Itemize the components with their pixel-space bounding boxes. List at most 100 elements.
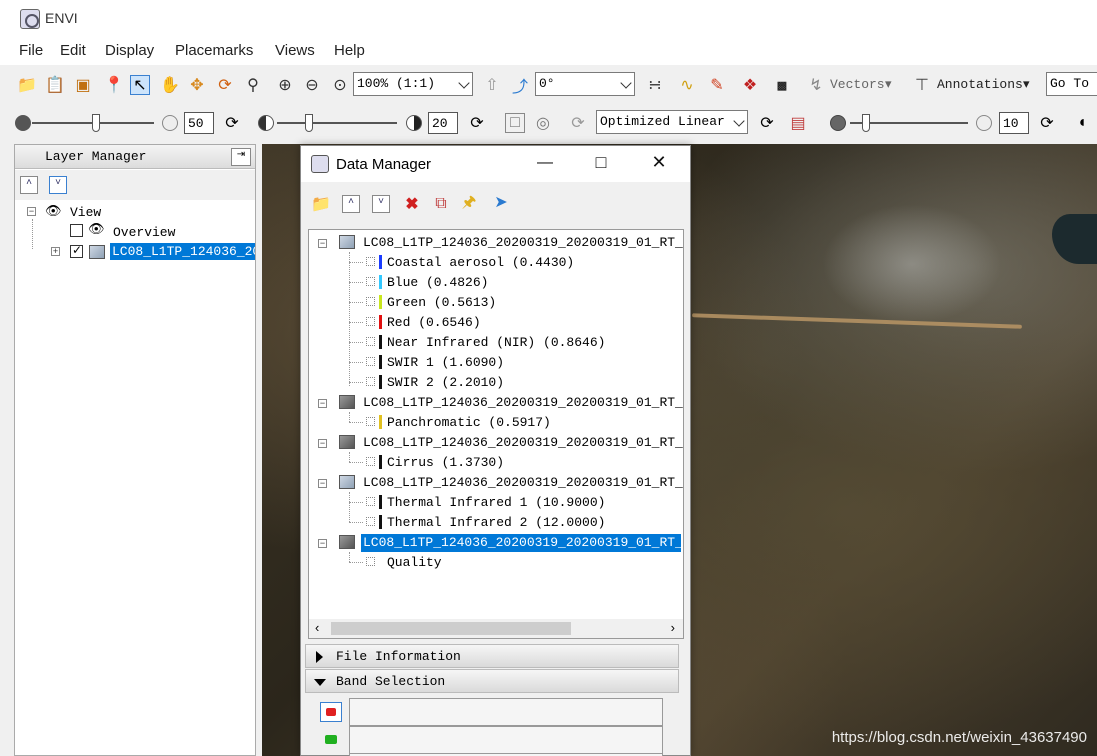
- raster-layer-label[interactable]: LC08_L1TP_124036_20: [110, 243, 255, 260]
- roi-tool-icon[interactable]: ❖: [740, 75, 760, 95]
- band-item[interactable]: Coastal aerosol (0.4430): [387, 255, 574, 273]
- measure-icon[interactable]: ✎: [707, 75, 727, 95]
- rotate-icon[interactable]: ⟳: [215, 75, 235, 95]
- reset-brightness-icon[interactable]: ⟳: [222, 113, 242, 133]
- expand-all-icon[interactable]: ˅: [49, 176, 67, 194]
- annotations-dropdown-icon[interactable]: ▾: [1023, 77, 1030, 92]
- clipboard-icon[interactable]: 📋: [45, 75, 65, 95]
- collapse-file-icon[interactable]: −: [318, 239, 327, 248]
- menu-views[interactable]: Views: [275, 42, 315, 59]
- rotate-view-icon[interactable]: ⤴: [510, 75, 530, 96]
- band-item[interactable]: Thermal Infrared 2 (12.0000): [387, 515, 605, 533]
- reset-stretch-icon[interactable]: ⟳: [757, 113, 777, 133]
- pixel-value-icon[interactable]: ▩: [772, 75, 792, 95]
- zoom-icon[interactable]: ⚲: [243, 75, 263, 95]
- menu-file[interactable]: File: [19, 42, 43, 59]
- file-name[interactable]: LC08_L1TP_124036_20200319_20200319_01_RT…: [363, 435, 683, 453]
- band-item[interactable]: Thermal Infrared 1 (10.9000): [387, 495, 605, 513]
- annotations-icon[interactable]: ⊤: [912, 75, 932, 95]
- collapse-file-icon[interactable]: −: [318, 539, 327, 548]
- band-item[interactable]: Green (0.5613): [387, 295, 496, 313]
- spectral-profile-icon[interactable]: ∺: [645, 75, 665, 95]
- pin-icon[interactable]: 🖈: [459, 194, 479, 214]
- file-name[interactable]: LC08_L1TP_124036_20200319_20200319_01_RT…: [363, 235, 683, 253]
- layer-visibility-checkbox[interactable]: ✓: [70, 243, 83, 258]
- contrast-slider-track[interactable]: [277, 122, 397, 124]
- stretch-view-icon[interactable]: ◎: [533, 113, 553, 133]
- close-icon[interactable]: ✕: [649, 152, 669, 172]
- band-item[interactable]: Near Infrared (NIR) (0.8646): [387, 335, 605, 353]
- goto-field[interactable]: Go To: [1046, 72, 1097, 96]
- band-item[interactable]: Panchromatic (0.5917): [387, 415, 551, 433]
- maximize-icon[interactable]: □: [591, 152, 611, 172]
- stretch-type-combo[interactable]: Optimized Linear: [596, 110, 748, 134]
- menu-help[interactable]: Help: [334, 42, 365, 59]
- zoom-fit-icon[interactable]: ⊙: [330, 75, 350, 95]
- green-channel-icon[interactable]: [325, 735, 337, 744]
- overview-checkbox[interactable]: [70, 224, 83, 237]
- red-channel-field[interactable]: [349, 698, 663, 726]
- contrast-value-field[interactable]: 20: [428, 112, 458, 134]
- reset-transparency-icon[interactable]: ⟳: [1037, 113, 1057, 133]
- annotations-menu[interactable]: Annotations: [937, 77, 1023, 92]
- histogram-icon[interactable]: ⟳: [568, 113, 588, 133]
- spectral-plot-icon[interactable]: ∿: [677, 75, 697, 95]
- menu-edit[interactable]: Edit: [60, 42, 86, 59]
- vectors-icon[interactable]: ↯: [806, 75, 826, 95]
- north-up-icon[interactable]: ⇧: [482, 75, 502, 95]
- expand-layer-icon[interactable]: +: [51, 247, 60, 256]
- zoom-out-icon[interactable]: ⊖: [302, 75, 322, 95]
- open-folder-icon[interactable]: 📁: [17, 75, 37, 95]
- open-file-icon[interactable]: 📁: [311, 194, 331, 214]
- band-item[interactable]: Cirrus (1.3730): [387, 455, 504, 473]
- red-channel-button[interactable]: [320, 702, 342, 722]
- rotation-combo[interactable]: 0°: [535, 72, 635, 96]
- file-name[interactable]: LC08_L1TP_124036_20200319_20200319_01_RT…: [363, 475, 683, 493]
- file-information-section[interactable]: File Information: [305, 644, 679, 668]
- transparency-slider-thumb[interactable]: [862, 114, 870, 132]
- band-selection-section[interactable]: Band Selection: [305, 669, 679, 693]
- selected-file-name[interactable]: LC08_L1TP_124036_20200319_20200319_01_RT…: [361, 534, 681, 552]
- transparency-value-field[interactable]: 10: [999, 112, 1029, 134]
- pan-hand-icon[interactable]: ✋: [160, 75, 180, 95]
- band-item[interactable]: Quality: [387, 555, 442, 573]
- close-all-files-icon[interactable]: ⧉: [431, 194, 451, 214]
- collapse-file-icon[interactable]: −: [318, 479, 327, 488]
- file-name[interactable]: LC08_L1TP_124036_20200319_20200319_01_RT…: [363, 395, 683, 413]
- placemark-pin-icon[interactable]: 📍: [104, 75, 124, 95]
- collapse-view-icon[interactable]: −: [27, 207, 36, 216]
- band-item[interactable]: Red (0.6546): [387, 315, 481, 333]
- menu-placemarks[interactable]: Placemarks: [175, 42, 253, 59]
- close-file-icon[interactable]: ✖: [402, 194, 422, 214]
- collapse-file-icon[interactable]: −: [318, 439, 327, 448]
- vectors-menu[interactable]: Vectors: [830, 77, 885, 92]
- zoom-combo[interactable]: 100% (1:1): [353, 72, 473, 96]
- band-item[interactable]: SWIR 2 (2.2010): [387, 375, 504, 393]
- band-item[interactable]: Blue (0.4826): [387, 275, 488, 293]
- fly-icon[interactable]: ✥: [187, 75, 207, 95]
- dock-icon[interactable]: ⇥: [231, 148, 251, 166]
- expand-all-icon[interactable]: ˅: [372, 195, 390, 213]
- collapse-all-icon[interactable]: ˄: [20, 176, 38, 194]
- zoom-in-icon[interactable]: ⊕: [275, 75, 295, 95]
- scrollbar-thumb[interactable]: [331, 622, 571, 635]
- minimize-icon[interactable]: —: [535, 154, 555, 174]
- scroll-left-icon[interactable]: ‹: [315, 620, 319, 635]
- menu-display[interactable]: Display: [105, 42, 154, 59]
- color-table-icon[interactable]: ▤: [788, 113, 808, 133]
- collapse-all-icon[interactable]: ˄: [342, 195, 360, 213]
- brightness-value-field[interactable]: 50: [184, 112, 214, 134]
- stretch-region-icon[interactable]: □: [505, 113, 525, 133]
- brightness-slider-thumb[interactable]: [92, 114, 100, 132]
- band-item[interactable]: SWIR 1 (1.6090): [387, 355, 504, 373]
- green-channel-field[interactable]: [349, 726, 663, 754]
- reset-contrast-icon[interactable]: ⟳: [467, 113, 487, 133]
- vectors-dropdown-icon[interactable]: ▾: [885, 77, 892, 92]
- load-data-icon[interactable]: ➤: [491, 192, 511, 212]
- portal-icon[interactable]: ◖: [1072, 113, 1092, 133]
- select-arrow-icon[interactable]: ↖: [130, 75, 150, 95]
- collapse-file-icon[interactable]: −: [318, 399, 327, 408]
- horizontal-scrollbar[interactable]: ‹ ›: [309, 619, 683, 638]
- contrast-slider-thumb[interactable]: [305, 114, 313, 132]
- crop-icon[interactable]: ▣: [73, 75, 93, 95]
